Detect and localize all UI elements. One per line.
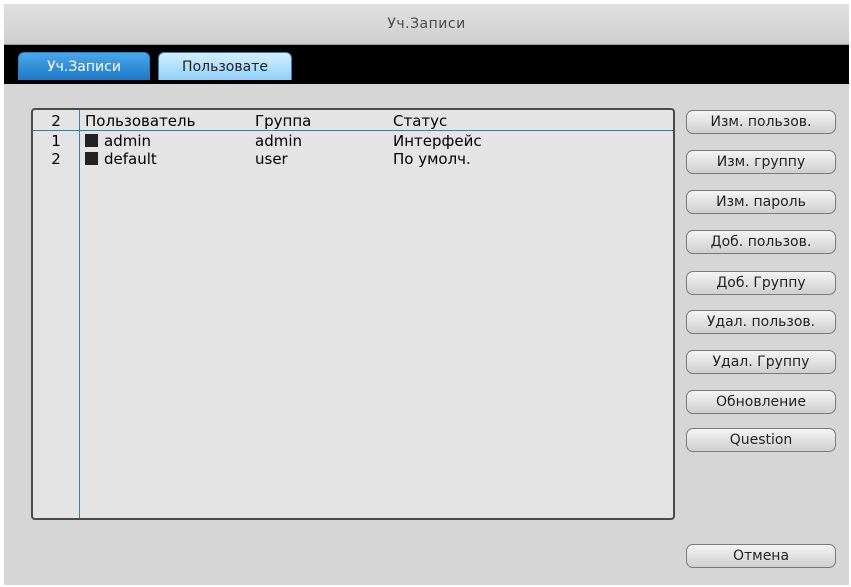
list-row-default[interactable]: 2 default user По умолч. [33, 150, 673, 168]
tab-accounts[interactable]: Уч.Записи [18, 52, 150, 80]
question-button[interactable]: Question [686, 428, 836, 452]
header-status: Статус [393, 112, 448, 130]
accounts-dialog: Уч.Записи Уч.Записи Пользовате 2 Пользов… [4, 4, 849, 585]
row-user: admin [85, 132, 151, 150]
row-group: user [255, 150, 288, 168]
delete-user-button[interactable]: Удал. пользов. [686, 310, 836, 334]
add-user-button[interactable]: Доб. пользов. [686, 230, 836, 254]
dialog-title: Уч.Записи [4, 4, 849, 45]
tab-users[interactable]: Пользовате [158, 52, 292, 80]
user-count: 2 [51, 112, 61, 130]
header-divider [33, 130, 673, 131]
row-status: По умолч. [393, 150, 471, 168]
user-list: 2 Пользователь Группа Статус 1 admin adm… [31, 108, 675, 520]
refresh-button[interactable]: Обновление [686, 390, 836, 414]
list-row-admin[interactable]: 1 admin admin Интерфейс [33, 132, 673, 150]
row-group: admin [255, 132, 302, 150]
row-user: default [85, 150, 157, 168]
row-user-name: default [104, 150, 157, 168]
edit-group-button[interactable]: Изм. группу [686, 150, 836, 174]
add-group-button[interactable]: Доб. Группу [686, 271, 836, 295]
column-divider [79, 110, 80, 518]
list-header: 2 Пользователь Группа Статус [33, 112, 673, 130]
user-square-icon [85, 134, 98, 147]
cancel-button[interactable]: Отмена [686, 544, 836, 568]
row-number: 1 [51, 132, 61, 150]
edit-password-button[interactable]: Изм. пароль [686, 190, 836, 214]
header-group: Группа [255, 112, 312, 130]
header-user: Пользователь [85, 112, 196, 130]
edit-user-button[interactable]: Изм. пользов. [686, 110, 836, 134]
delete-group-button[interactable]: Удал. Группу [686, 350, 836, 374]
content-panel: 2 Пользователь Группа Статус 1 admin adm… [4, 84, 849, 585]
row-user-name: admin [104, 132, 151, 150]
row-status: Интерфейс [393, 132, 482, 150]
user-square-icon [85, 152, 98, 165]
row-number: 2 [51, 150, 61, 168]
